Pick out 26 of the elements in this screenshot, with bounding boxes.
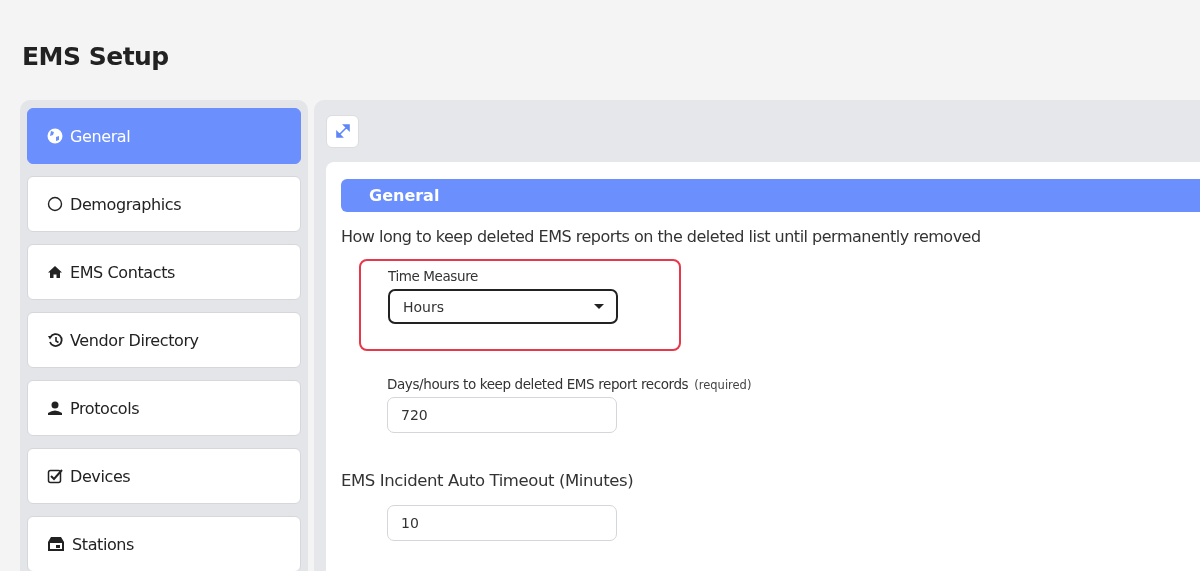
- globe-icon: [47, 128, 63, 144]
- field-label: Time Measure: [388, 268, 478, 284]
- field-label: Days/hours to keep deleted EMS report records: [387, 376, 689, 392]
- sidebar-item[interactable]: Stations: [27, 516, 301, 571]
- section-heading: EMS Incident Auto Timeout (Minutes): [341, 471, 635, 490]
- sidebar-item[interactable]: Demographics: [27, 176, 301, 232]
- sidebar-item[interactable]: Devices: [27, 448, 301, 504]
- sidebar-item[interactable]: Vendor Directory: [27, 312, 301, 368]
- history-icon: [47, 332, 63, 348]
- page-title: EMS Setup: [21, 41, 170, 73]
- expand-icon: [335, 124, 350, 138]
- checkbox-icon: [47, 468, 63, 484]
- required-note: (required): [694, 378, 752, 392]
- input-field[interactable]: 720: [387, 397, 617, 433]
- store-icon: [47, 536, 65, 552]
- time-measure-dropdown[interactable]: Hours: [388, 289, 618, 324]
- circle-icon: [47, 196, 63, 212]
- caret-icon: [594, 303, 604, 310]
- sidebar-item[interactable]: EMS Contacts: [27, 244, 301, 300]
- input-field[interactable]: 10: [387, 505, 617, 541]
- expand-button[interactable]: [326, 114, 359, 148]
- retention-question: How long to keep deleted EMS reports on the deleted list until permanently removed: [341, 227, 982, 246]
- user-icon: [47, 400, 63, 416]
- home-icon: [47, 264, 63, 280]
- section-header: General: [341, 179, 1200, 212]
- sidebar-item[interactable]: Protocols: [27, 380, 301, 436]
